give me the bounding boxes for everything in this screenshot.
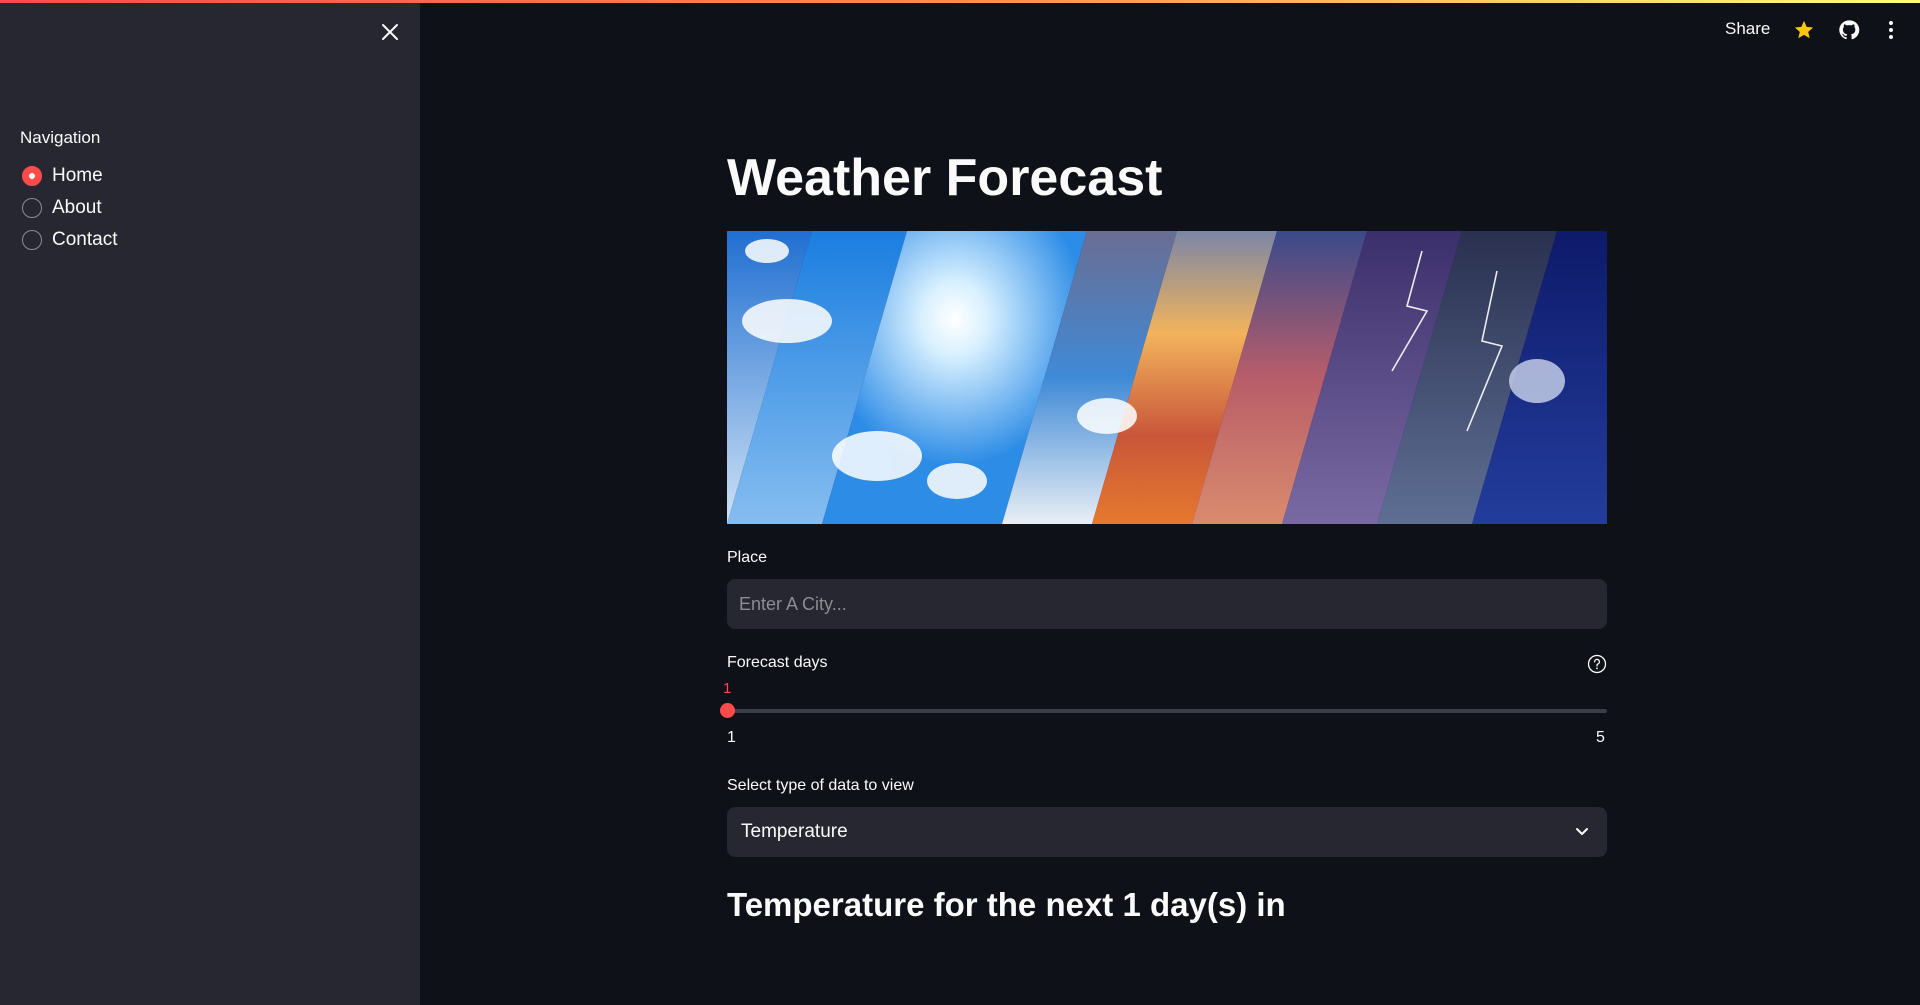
nav-item-label: Contact [52,229,118,250]
weather-banner-image [727,231,1607,524]
chevron-down-icon [1576,828,1588,835]
nav-item-contact[interactable]: Contact [22,224,117,256]
data-type-label: Select type of data to view [727,777,914,794]
radio-button[interactable] [22,230,42,250]
slider-min-label: 1 [727,729,736,746]
forecast-subheader: Temperature for the next 1 day(s) in [727,886,1286,923]
radio-button-selected[interactable] [22,166,42,186]
forecast-days-slider-thumb[interactable] [720,703,735,718]
close-icon [382,24,398,40]
page-title: Weather Forecast [727,149,1163,207]
forecast-days-label: Forecast days [727,654,828,671]
star-icon[interactable] [1791,17,1817,43]
slider-max-label: 5 [1596,729,1605,746]
nav-item-label: About [52,197,102,218]
help-icon[interactable] [1587,654,1607,674]
data-type-select[interactable]: Temperature [727,807,1607,857]
app-header: Share [420,0,1920,60]
place-label: Place [727,549,768,566]
github-icon[interactable] [1836,17,1862,43]
nav-item-about[interactable]: About [22,192,117,224]
slider-current-value: 1 [723,680,732,697]
radio-button[interactable] [22,198,42,218]
nav-item-label: Home [52,165,103,186]
nav-item-home[interactable]: Home [22,160,117,192]
top-decoration-bar [0,0,1920,3]
place-input[interactable] [727,579,1607,629]
forecast-days-slider-track[interactable] [727,709,1607,713]
share-button[interactable]: Share [1725,19,1770,39]
navigation-label: Navigation [20,128,101,147]
select-value: Temperature [741,821,848,842]
sidebar: Navigation Home About Contact [0,0,420,1005]
more-vert-icon[interactable] [1878,17,1904,43]
close-sidebar-button[interactable] [376,18,404,46]
navigation-radio-group: Home About Contact [22,160,117,256]
